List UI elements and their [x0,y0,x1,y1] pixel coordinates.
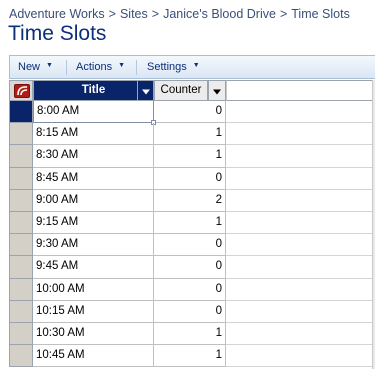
title-column-dropdown[interactable] [137,80,154,101]
column-header-counter-label: Counter [160,84,202,96]
empty-cell-area [226,190,375,212]
actions-menu-button[interactable]: Actions ▼ [76,56,125,78]
actions-menu-label: Actions [76,61,113,73]
settings-menu-label: Settings [147,61,187,73]
list-toolbar: New ▼ Actions ▼ Settings ▼ [9,55,375,79]
title-cell[interactable]: 9:15 AM [33,211,154,235]
counter-cell[interactable]: 1 [154,322,226,346]
chevron-down-icon: ▼ [192,62,200,70]
empty-cell-area [226,256,375,279]
row-selector[interactable] [9,101,33,124]
counter-cell[interactable]: 0 [154,256,226,279]
table-row: 10:45 AM 1 [9,345,375,368]
title-cell[interactable]: 10:45 AM [33,345,154,368]
breadcrumb-item-time-slots[interactable]: Time Slots [291,7,350,21]
table-row: 8:00 AM 0 [9,101,375,125]
table-row: 9:00 AM 2 [9,189,375,212]
empty-cell-area [226,168,375,190]
counter-column-dropdown[interactable] [208,80,226,101]
table-row: 9:30 AM 0 [9,234,375,257]
counter-cell[interactable]: 0 [154,278,226,301]
empty-cell-area [226,279,375,301]
title-cell[interactable]: 10:00 AM [33,278,154,301]
breadcrumb-item-sites[interactable]: Sites [120,7,148,21]
row-selector[interactable] [9,189,33,212]
title-cell[interactable]: 8:45 AM [33,167,154,190]
grid-header-row: Title Counter [9,80,375,101]
column-header-title-label: Title [81,84,106,96]
table-row: 10:30 AM 1 [9,322,375,346]
row-selector[interactable] [9,300,33,323]
empty-cell-area [226,301,375,323]
breadcrumb: Adventure Works > Sites > Janice's Blood Dri… [9,7,350,21]
title-cell[interactable]: 8:15 AM [33,123,154,146]
column-header-title[interactable]: Title [33,80,154,101]
empty-cell-area [226,345,375,368]
table-row: 8:15 AM 1 [9,123,375,146]
column-header-counter[interactable]: Counter [154,80,208,101]
breadcrumb-separator: > [279,7,288,21]
title-cell[interactable]: 9:45 AM [33,256,154,279]
chevron-down-icon [213,89,221,94]
breadcrumb-item-adventure-works[interactable]: Adventure Works [9,7,105,21]
breadcrumb-separator: > [151,7,160,21]
empty-header-area [226,80,375,101]
table-row: 8:30 AM 1 [9,145,375,168]
breadcrumb-item-janices-blood-drive[interactable]: Janice's Blood Drive [163,7,276,21]
counter-cell[interactable]: 0 [154,234,226,257]
toolbar-divider [136,60,137,75]
table-row: 10:15 AM 0 [9,300,375,323]
row-selector[interactable] [9,123,33,146]
select-all-corner[interactable] [9,80,33,101]
row-selector[interactable] [9,145,33,168]
title-cell[interactable]: 10:30 AM [33,322,154,346]
table-row: 8:45 AM 0 [9,167,375,190]
table-row: 9:15 AM 1 [9,211,375,235]
row-selector[interactable] [9,322,33,346]
chevron-down-icon [141,89,150,94]
new-menu-label: New [18,61,41,73]
row-selector[interactable] [9,211,33,235]
counter-cell[interactable]: 2 [154,189,226,212]
chevron-down-icon: ▼ [46,62,53,70]
grid-body: 8:00 AM 0 8:15 AM 1 8:30 AM 1 8:45 AM 0 … [9,101,375,368]
row-selector[interactable] [9,167,33,190]
empty-cell-area [226,212,375,235]
empty-cell-area [226,123,375,146]
empty-cell-area [226,101,375,124]
title-cell[interactable]: 8:00 AM [33,101,154,124]
page-title: Time Slots [8,22,107,45]
breadcrumb-separator: > [108,7,116,21]
new-menu-button[interactable]: New ▼ [18,56,53,78]
empty-cell-area [226,234,375,257]
empty-cell-area [226,145,375,168]
table-row: 10:00 AM 0 [9,278,375,301]
datasheet-icon [14,84,30,98]
row-selector[interactable] [9,278,33,301]
counter-cell[interactable]: 1 [154,345,226,368]
empty-cell-area [226,323,375,346]
table-row: 9:45 AM 0 [9,256,375,279]
chevron-down-icon: ▼ [118,62,126,70]
toolbar-divider [66,60,67,75]
title-cell[interactable]: 9:00 AM [33,189,154,212]
title-cell[interactable]: 8:30 AM [33,145,154,168]
counter-cell[interactable]: 0 [154,167,226,190]
title-cell[interactable]: 9:30 AM [33,234,154,257]
counter-cell[interactable]: 0 [154,101,226,124]
datasheet-grid: Title Counter 8:00 AM 0 8:15 AM 1 8:30 A… [9,80,375,369]
counter-cell[interactable]: 1 [154,145,226,168]
row-selector[interactable] [9,234,33,257]
counter-cell[interactable]: 1 [154,211,226,235]
row-selector[interactable] [9,345,33,368]
row-selector[interactable] [9,256,33,279]
settings-menu-button[interactable]: Settings ▼ [147,56,200,78]
counter-cell[interactable]: 1 [154,123,226,146]
title-cell[interactable]: 10:15 AM [33,300,154,323]
counter-cell[interactable]: 0 [154,300,226,323]
